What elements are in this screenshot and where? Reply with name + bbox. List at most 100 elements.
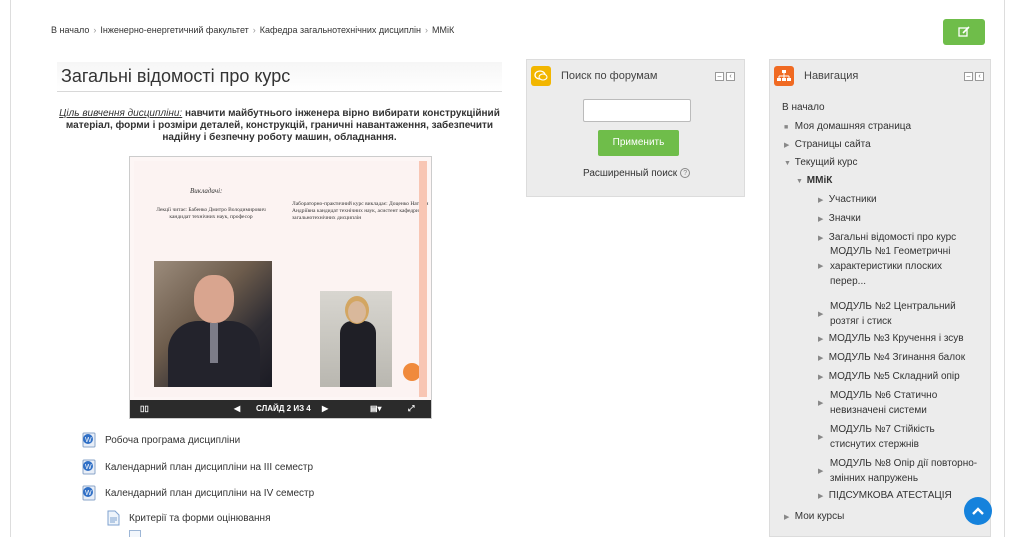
- nav-course-item-label: МОДУЛЬ №5 Складний опір: [828, 371, 960, 382]
- expand-icon: ▶: [784, 142, 790, 149]
- breadcrumb-separator-icon: ›: [252, 25, 256, 35]
- nav-course-item[interactable]: ▶ МОДУЛЬ №3 Кручення і зсув: [818, 333, 964, 344]
- slide-assistant-text: Лабораторно-практичний курс викладає: До…: [292, 201, 429, 221]
- forum-search-block: Поиск по форумам – ‹ Применить Расширенны…: [526, 59, 745, 197]
- forum-icon: [531, 66, 551, 86]
- slide-canvas: Викладачі: Лекції читає: Бабенко Дмитро …: [134, 161, 428, 397]
- expand-icon: ▶: [818, 263, 824, 270]
- resource-link[interactable]: Критерії та форми оцінювання: [105, 510, 271, 526]
- fullscreen-icon[interactable]: ⤢: [408, 404, 414, 414]
- breadcrumb-separator-icon: ›: [425, 25, 428, 35]
- forum-search-input[interactable]: [583, 99, 691, 122]
- edit-icon: [958, 26, 970, 37]
- forum-search-header: Поиск по форумам – ‹: [527, 60, 744, 92]
- nav-course-item[interactable]: ▶ Участники: [818, 194, 877, 205]
- nav-course-item[interactable]: ▶ Значки: [818, 213, 861, 224]
- top-bar: В начало › Інженерно-енергетичний факульте…: [11, 0, 1004, 60]
- collapse-icon[interactable]: –: [715, 72, 724, 81]
- svg-text:W: W: [85, 464, 92, 471]
- word-doc-icon: W: [82, 432, 96, 448]
- page-frame: В начало › Інженерно-енергетичний факульте…: [10, 0, 1005, 537]
- expand-icon: ▶: [818, 197, 824, 204]
- dock-icon[interactable]: ‹: [726, 72, 735, 81]
- nav-course-item[interactable]: ▶ ПІДСУМКОВА АТЕСТАЦІЯ: [818, 490, 952, 501]
- nav-course-item[interactable]: ▶ МОДУЛЬ №8 Опір дії повторно-змінних нап…: [818, 456, 978, 486]
- page-title: Загальні відомості про курс: [57, 62, 502, 92]
- breadcrumb-department[interactable]: Кафедра загальнотехнічних дисциплін: [260, 25, 421, 35]
- nav-site-pages[interactable]: ▶ Страницы сайта: [784, 139, 871, 150]
- slide-lecturer-text: Лекції читає: Бабенко Дмитро Володимиров…: [156, 207, 266, 220]
- nav-course-item[interactable]: ▶ МОДУЛЬ №4 Згинання балок: [818, 352, 965, 363]
- resource-link[interactable]: W Робоча програма дисципліни: [81, 432, 240, 448]
- resource-label: Робоча програма дисципліни: [105, 434, 241, 446]
- resource-link[interactable]: W Календарний план дисципліни на ІІІ сем…: [81, 459, 313, 475]
- nav-site-pages-label: Страницы сайта: [794, 139, 871, 150]
- assistant-photo: [320, 291, 392, 387]
- help-icon[interactable]: ?: [680, 168, 691, 179]
- scroll-to-top-button[interactable]: [964, 497, 992, 525]
- edit-button[interactable]: [943, 19, 985, 45]
- expand-icon: ▶: [818, 399, 824, 407]
- slide-notes-icon[interactable]: ▯▯: [140, 404, 149, 413]
- nav-course-item-label: Загальні відомості про курс: [828, 232, 957, 243]
- nav-course-item-label: ПІДСУМКОВА АТЕСТАЦІЯ: [828, 490, 952, 501]
- bullet-icon: ■: [784, 124, 789, 131]
- nav-course-item-label: Участники: [828, 194, 877, 205]
- resource-link[interactable]: W Календарний план дисципліни на IV семе…: [81, 485, 314, 501]
- nav-course-label: ММіК: [806, 175, 833, 186]
- svg-text:W: W: [85, 437, 92, 444]
- navigation-header: Навигация – ‹: [770, 60, 990, 92]
- svg-text:W: W: [85, 490, 92, 497]
- main-content: Загальні відомості про курс Ціль вивченн…: [57, 62, 502, 419]
- block-controls: – ‹: [715, 72, 735, 81]
- nav-course-item[interactable]: ▶ МОДУЛЬ №7 Стійкість стиснутих стержнів: [818, 422, 978, 452]
- nav-course-item[interactable]: ▶ МОДУЛЬ №6 Статично невизначені системи: [818, 388, 978, 418]
- slide-menu-icon[interactable]: ▤▾: [370, 404, 382, 413]
- expand-icon: ▶: [818, 235, 824, 242]
- expand-icon: ▶: [818, 216, 824, 223]
- course-goal-lead: Ціль вивчення дисципліни:: [59, 108, 183, 119]
- nav-course-item[interactable]: ▶ МОДУЛЬ №1 Геометричні характеристики пл…: [818, 244, 978, 289]
- slide-counter: СЛАЙД 2 ИЗ 4: [256, 404, 311, 413]
- nav-course-item-label: МОДУЛЬ №8 Опір дії повторно-змінних напр…: [829, 458, 978, 484]
- prev-slide-icon[interactable]: ◀: [234, 404, 240, 413]
- nav-home[interactable]: В начало: [782, 102, 825, 113]
- collapse-arrow-icon: ▼: [784, 160, 791, 167]
- nav-current-course[interactable]: ▼ Текущий курс: [784, 157, 858, 168]
- breadcrumb-home[interactable]: В начало: [51, 25, 89, 35]
- expand-icon: ▶: [818, 467, 824, 475]
- breadcrumb-separator-icon: ›: [93, 25, 97, 35]
- expand-icon: ▶: [818, 374, 824, 381]
- apply-button[interactable]: Применить: [598, 130, 679, 156]
- page-icon: [107, 510, 120, 526]
- expand-icon: ▶: [818, 493, 824, 500]
- resource-label: Календарний план дисципліни на IV семест…: [105, 487, 315, 499]
- nav-course-item-label: МОДУЛЬ №6 Статично невизначені системи: [830, 390, 938, 416]
- nav-my-home-label: Моя домашняя страница: [794, 121, 912, 132]
- resource-label: Критерії та форми оцінювання: [129, 512, 271, 524]
- nav-course[interactable]: ▼ ММіК: [796, 175, 832, 186]
- nav-course-item-label: Значки: [828, 213, 861, 224]
- slide-viewer[interactable]: Викладачі: Лекції читає: Бабенко Дмитро …: [129, 156, 432, 419]
- next-slide-icon[interactable]: ▶: [322, 404, 328, 413]
- expand-icon: ▶: [818, 310, 824, 318]
- advanced-search-link[interactable]: Расширенный поиск?: [583, 168, 691, 179]
- expand-icon: ▶: [784, 514, 790, 521]
- nav-course-item[interactable]: ▶ Загальні відомості про курс: [818, 232, 956, 243]
- sitemap-icon: [774, 66, 794, 86]
- navigation-title: Навигация: [804, 70, 859, 82]
- nav-my-courses[interactable]: ▶ Мои курсы: [784, 511, 844, 522]
- collapse-icon[interactable]: –: [964, 72, 973, 81]
- nav-my-home[interactable]: ■ Моя домашняя страница: [784, 121, 911, 132]
- lecturer-photo: [154, 261, 272, 387]
- block-controls: – ‹: [964, 72, 984, 81]
- word-doc-icon: W: [82, 485, 96, 501]
- nav-course-item[interactable]: ▶ МОДУЛЬ №5 Складний опір: [818, 371, 960, 382]
- breadcrumb-faculty[interactable]: Інженерно-енергетичний факультет: [100, 25, 248, 35]
- breadcrumb-course[interactable]: ММіК: [432, 25, 454, 35]
- nav-course-item-label: МОДУЛЬ №2 Центральний розтяг і стиск: [830, 301, 956, 327]
- nav-course-item-label: МОДУЛЬ №3 Кручення і зсув: [828, 333, 964, 344]
- dock-icon[interactable]: ‹: [975, 72, 984, 81]
- nav-course-item[interactable]: ▶ МОДУЛЬ №2 Центральний розтяг і стиск: [818, 299, 978, 329]
- resource-label: Календарний план дисципліни на ІІІ семес…: [105, 461, 314, 473]
